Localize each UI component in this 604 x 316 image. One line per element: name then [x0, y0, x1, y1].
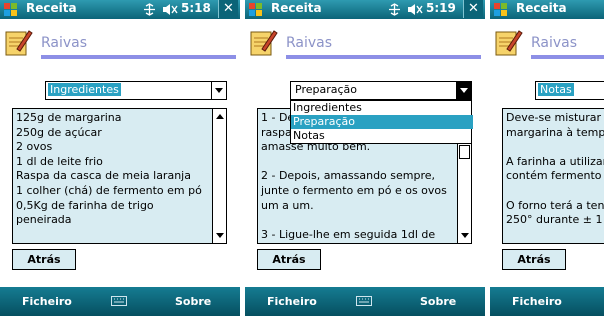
screen-notas: Receita Raivas Notas Deve-se misturar ma… — [490, 0, 604, 316]
recipe-text: 125g de margarina 250g de açúcar 2 ovos … — [16, 111, 202, 227]
scroll-thumb[interactable] — [459, 145, 470, 159]
scroll-up-icon[interactable] — [216, 114, 224, 119]
recipe-notepad-icon — [5, 30, 33, 56]
screen-ingredientes: Receita 5:18 ✕ Raivas Ingredientes 125g … — [0, 0, 240, 316]
back-button[interactable]: Atrás — [12, 249, 76, 270]
windows-start-icon[interactable] — [3, 2, 18, 17]
dropdown-arrow[interactable] — [456, 82, 471, 99]
app-title: Receita — [26, 1, 77, 15]
section-dropdown[interactable]: Ingredientes — [45, 81, 227, 100]
clock: 5:19 — [426, 1, 456, 15]
heading-rule — [41, 55, 236, 59]
option-notas[interactable]: Notas — [291, 129, 473, 143]
close-icon: ✕ — [468, 1, 479, 16]
dropdown-value: Preparação — [295, 83, 357, 96]
screen-preparacao: Receita 5:19 ✕ Raivas Preparação 1 - De … — [245, 0, 485, 316]
app-title: Receita — [271, 1, 322, 15]
recipe-notepad-icon — [495, 30, 523, 56]
volume-icon[interactable] — [162, 3, 178, 16]
connectivity-icon[interactable] — [143, 3, 156, 16]
recipe-textbox[interactable]: Deve-se misturar margarina à tempe A far… — [502, 108, 604, 244]
chevron-down-icon — [215, 88, 223, 93]
scroll-down-icon[interactable] — [216, 233, 224, 238]
title-bar: Receita 5:18 ✕ — [0, 0, 240, 19]
recipe-text: Deve-se misturar margarina à tempe A far… — [506, 111, 604, 227]
app-title: Receita — [516, 1, 567, 15]
scroll-down-icon[interactable] — [461, 233, 469, 238]
recipe-heading: Raivas — [41, 35, 88, 51]
keyboard-icon[interactable] — [111, 296, 127, 306]
back-button[interactable]: Atrás — [502, 249, 566, 270]
windows-start-icon[interactable] — [493, 2, 508, 17]
back-button[interactable]: Atrás — [257, 249, 321, 270]
section-dropdown[interactable]: Preparação — [290, 81, 472, 100]
clock: 5:18 — [181, 1, 211, 15]
softkey-sobre[interactable]: Sobre — [175, 295, 211, 308]
softkey-sobre[interactable]: Sobre — [420, 295, 456, 308]
chevron-down-icon — [460, 88, 468, 93]
soft-key-bar: Ficheiro Sobre — [245, 287, 485, 316]
soft-key-bar: Ficheiro Sobre — [0, 287, 240, 316]
dropdown-arrow[interactable] — [211, 82, 226, 99]
softkey-ficheiro[interactable]: Ficheiro — [267, 295, 317, 308]
recipe-heading: Raivas — [531, 35, 578, 51]
section-dropdown[interactable]: Notas — [535, 81, 604, 100]
close-button[interactable]: ✕ — [463, 0, 483, 18]
dropdown-value: Ingredientes — [48, 83, 121, 96]
soft-key-bar: Ficheiro — [490, 287, 604, 316]
recipe-notepad-icon — [250, 30, 278, 56]
recipe-heading: Raivas — [286, 35, 333, 51]
option-preparacao[interactable]: Preparação — [291, 115, 473, 129]
softkey-ficheiro[interactable]: Ficheiro — [22, 295, 72, 308]
close-button[interactable]: ✕ — [218, 0, 238, 18]
option-ingredientes[interactable]: Ingredientes — [291, 101, 473, 115]
softkey-ficheiro[interactable]: Ficheiro — [512, 295, 562, 308]
recipe-textbox[interactable]: 125g de margarina 250g de açúcar 2 ovos … — [12, 108, 227, 244]
title-bar: Receita 5:19 ✕ — [245, 0, 485, 19]
keyboard-icon[interactable] — [356, 296, 372, 306]
windows-start-icon[interactable] — [248, 2, 263, 17]
heading-rule — [531, 55, 604, 59]
close-icon: ✕ — [223, 1, 234, 16]
dropdown-list: Ingredientes Preparação Notas — [290, 100, 473, 144]
heading-rule — [286, 55, 481, 59]
dropdown-value: Notas — [538, 83, 574, 96]
vertical-scrollbar[interactable] — [212, 109, 226, 243]
title-bar: Receita — [490, 0, 604, 19]
connectivity-icon[interactable] — [388, 3, 401, 16]
volume-icon[interactable] — [407, 3, 423, 16]
